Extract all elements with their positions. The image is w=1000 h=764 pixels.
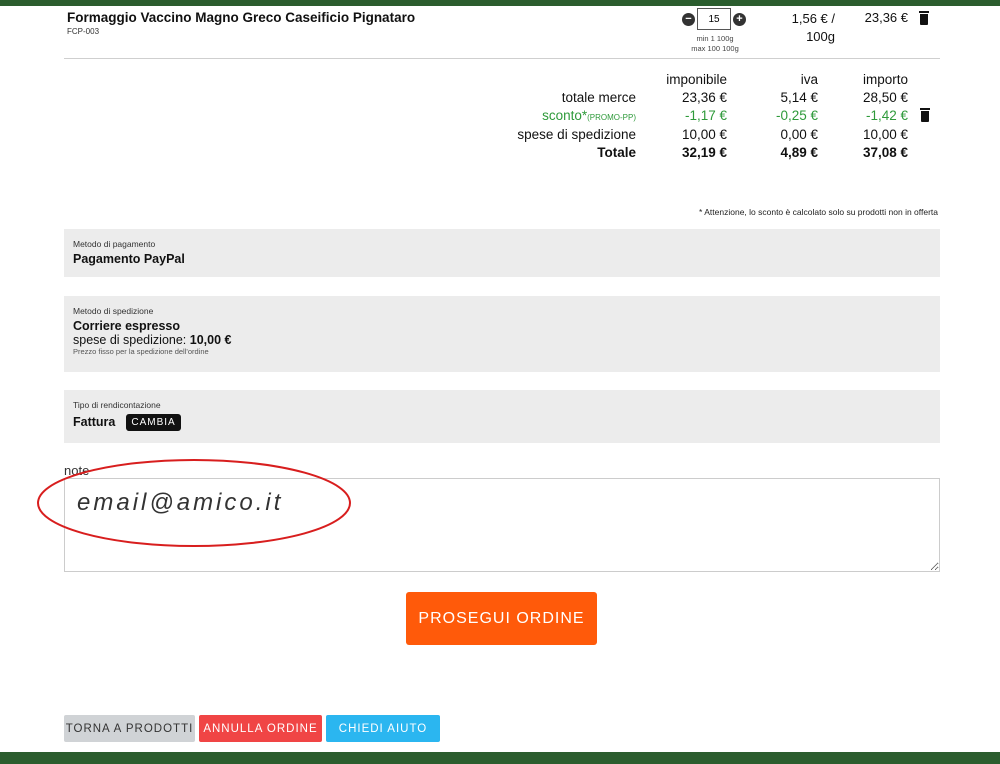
row-goods-taxable: 23,36 € [681, 90, 727, 105]
shipping-cost-label: spese di spedizione: [73, 333, 187, 347]
minus-circle-icon[interactable]: − [682, 13, 695, 26]
row-total-vat: 4,89 € [780, 145, 818, 160]
quantity-min: min 1 100g [696, 34, 734, 43]
shipping-cost: spese di spedizione: 10,00 € [73, 333, 940, 347]
billing-caption: Tipo di rendicontazione [73, 400, 161, 410]
divider [64, 58, 940, 59]
payment-method: Pagamento PayPal [73, 252, 185, 266]
line-total: 23,36 € [864, 10, 908, 25]
unit-price-value: 1,56 € / [791, 11, 835, 26]
row-discount-vat: -0,25 € [775, 108, 818, 123]
quantity-limits: min 1 100g max 100 100g [672, 34, 758, 54]
row-goods-vat: 5,14 € [780, 90, 818, 105]
row-shipping-amount: 10,00 € [862, 127, 908, 142]
discount-code: (PROMO-PP) [587, 113, 636, 122]
plus-circle-icon[interactable]: + [733, 13, 746, 26]
proceed-order-button[interactable]: PROSEGUI ORDINE [406, 592, 597, 645]
trash-icon[interactable] [919, 11, 929, 25]
quantity-stepper: − + [682, 8, 748, 30]
row-goods-amount: 28,50 € [862, 90, 908, 105]
product-code: FCP-003 [67, 27, 100, 36]
row-shipping-label: spese di spedizione [517, 127, 636, 142]
shipping-caption: Metodo di spedizione [73, 306, 154, 316]
row-total-label: Totale [597, 145, 636, 160]
row-shipping-vat: 0,00 € [780, 127, 818, 142]
row-total-taxable: 32,19 € [681, 145, 727, 160]
shipping-panel[interactable]: Metodo di spedizione Corriere espresso s… [64, 296, 940, 372]
shipping-method: Corriere espresso [73, 319, 181, 333]
row-goods-label: totale merce [561, 90, 636, 105]
shipping-cost-value: 10,00 € [189, 333, 232, 347]
billing-panel: Tipo di rendicontazione Fattura CAMBIA [64, 390, 940, 443]
change-billing-button[interactable]: CAMBIA [126, 414, 181, 431]
remove-discount-trash-icon[interactable] [920, 108, 930, 122]
quantity-input[interactable] [697, 8, 731, 30]
unit-price: 1,56 € / 100g [775, 10, 835, 46]
top-brand-bar [0, 0, 1000, 6]
bottom-brand-bar [0, 752, 1000, 764]
row-discount-label: sconto*(PROMO-PP) [480, 106, 636, 127]
billing-type: Fattura [73, 415, 116, 429]
unit-price-unit: 100g [806, 29, 835, 44]
header-taxable: imponibile [666, 72, 727, 87]
notes-textarea[interactable]: email@amico.it [64, 478, 940, 572]
back-to-products-button[interactable]: TORNA A PRODOTTI [64, 715, 195, 742]
product-name[interactable]: Formaggio Vaccino Magno Greco Caseificio… [67, 10, 415, 25]
row-total-amount: 37,08 € [862, 145, 908, 160]
header-vat: iva [800, 72, 818, 87]
row-shipping-taxable: 10,00 € [681, 127, 727, 142]
header-amount: importo [862, 72, 908, 87]
discount-disclaimer: * Attenzione, lo sconto è calcolato solo… [699, 207, 938, 217]
discount-label-text: sconto* [542, 108, 588, 123]
billing-row: Fattura CAMBIA [73, 413, 940, 431]
cancel-order-button[interactable]: ANNULLA ORDINE [199, 715, 322, 742]
row-discount-amount: -1,42 € [865, 108, 908, 123]
payment-panel[interactable]: Metodo di pagamento Pagamento PayPal [64, 229, 940, 277]
payment-caption: Metodo di pagamento [73, 239, 156, 249]
row-discount-taxable: -1,17 € [684, 108, 727, 123]
ask-help-button[interactable]: CHIEDI AIUTO [326, 715, 440, 742]
quantity-max: max 100 100g [691, 44, 739, 53]
shipping-note: Prezzo fisso per la spedizione dell'ordi… [73, 347, 209, 356]
notes-label: note [64, 463, 90, 478]
